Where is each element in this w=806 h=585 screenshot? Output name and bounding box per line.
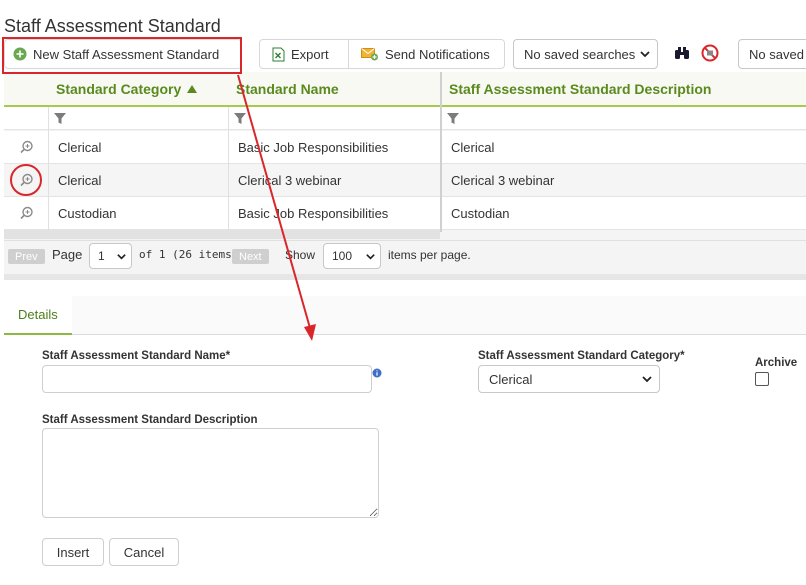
column-header-category[interactable]: Standard Category	[48, 72, 228, 105]
saved-searches-value: No saved searches	[524, 46, 636, 62]
archive-checkbox[interactable]	[755, 372, 769, 386]
saved-searches-select-2[interactable]: No saved	[738, 39, 806, 69]
chevron-down-icon	[365, 251, 376, 265]
page-label: Page	[52, 247, 83, 262]
table-row[interactable]: Clerical Basic Job Responsibilities Cler…	[4, 131, 806, 164]
info-icon[interactable]	[372, 365, 382, 383]
tab-details[interactable]: Details	[4, 296, 72, 335]
name-label: Staff Assessment Standard Name*	[42, 350, 231, 362]
cancel-button[interactable]: Cancel	[109, 538, 179, 566]
category-label: Staff Assessment Standard Category*	[478, 350, 685, 362]
chevron-down-icon	[116, 251, 127, 265]
column-divider	[48, 107, 49, 230]
column-header-category-label: Standard Category	[56, 80, 182, 97]
column-header-description[interactable]: Staff Assessment Standard Description	[441, 72, 806, 105]
magnify-icon[interactable]	[20, 140, 34, 159]
section-divider	[4, 274, 806, 280]
excel-icon	[272, 47, 285, 62]
send-notifications-label: Send Notifications	[385, 46, 490, 62]
page-select-value: 1	[98, 249, 105, 263]
new-standard-label: New Staff Assessment Standard	[33, 46, 220, 62]
column-divider	[440, 72, 442, 232]
table-row[interactable]: Clerical Clerical 3 webinar Clerical 3 w…	[4, 164, 806, 197]
cell-name: Basic Job Responsibilities	[238, 205, 389, 221]
horizontal-scrollbar[interactable]	[4, 230, 440, 239]
description-field[interactable]	[42, 428, 379, 518]
filter-row	[4, 107, 806, 130]
export-label: Export	[291, 46, 329, 62]
filter-icon[interactable]	[234, 112, 246, 130]
plus-circle-icon	[13, 47, 27, 61]
cell-name: Basic Job Responsibilities	[238, 139, 389, 155]
no-icon[interactable]	[701, 44, 719, 67]
page-title: Staff Assessment Standard	[4, 16, 221, 36]
page-select[interactable]: 1	[89, 243, 132, 269]
insert-button[interactable]: Insert	[42, 538, 104, 566]
category-value: Clerical	[489, 371, 533, 387]
filter-icon[interactable]	[54, 112, 66, 130]
filter-icon[interactable]	[447, 112, 459, 130]
prev-button[interactable]: Prev	[8, 249, 45, 264]
description-label: Staff Assessment Standard Description	[42, 414, 258, 426]
per-page-select[interactable]: 100	[323, 243, 381, 269]
binoculars-icon[interactable]	[674, 45, 690, 66]
details-tabs: Details	[4, 296, 806, 335]
column-header-description-label: Staff Assessment Standard Description	[449, 80, 712, 97]
show-label: Show	[285, 248, 316, 262]
new-standard-button[interactable]: New Staff Assessment Standard	[4, 39, 242, 69]
per-page-label: items per page.	[388, 248, 471, 262]
magnify-icon[interactable]	[20, 206, 34, 225]
grid-header: Standard Category Standard Name Staff As…	[4, 72, 806, 107]
column-divider	[228, 107, 229, 230]
category-select[interactable]: Clerical	[478, 365, 660, 393]
archive-label: Archive	[755, 357, 798, 369]
send-notifications-button[interactable]: Send Notifications	[348, 40, 504, 68]
saved-searches-select[interactable]: No saved searches	[513, 39, 658, 69]
envelope-plus-icon	[361, 47, 379, 61]
column-header-name-label: Standard Name	[236, 80, 339, 97]
saved-searches-2-value: No saved	[749, 46, 804, 62]
chevron-down-icon	[639, 48, 651, 63]
name-field[interactable]	[42, 365, 372, 393]
cell-category: Custodian	[58, 205, 117, 221]
sort-asc-icon	[187, 84, 198, 93]
cell-description: Clerical 3 webinar	[451, 172, 555, 188]
pager: Prev Page 1 of 1 (26 items) Next Show 10…	[4, 240, 806, 270]
export-button[interactable]: Export	[260, 40, 348, 68]
cell-category: Clerical	[58, 139, 102, 155]
cell-name: Clerical 3 webinar	[238, 172, 342, 188]
page-count: of 1 (26 items)	[139, 248, 239, 261]
chevron-down-icon	[641, 373, 653, 388]
cell-description: Custodian	[451, 205, 510, 221]
column-header-name[interactable]: Standard Name	[228, 72, 440, 105]
cell-category: Clerical	[58, 172, 102, 188]
magnify-icon[interactable]	[20, 173, 34, 192]
table-row[interactable]: Custodian Basic Job Responsibilities Cus…	[4, 197, 806, 230]
cell-description: Clerical	[451, 139, 495, 155]
next-button[interactable]: Next	[232, 249, 269, 264]
results-grid: Standard Category Standard Name Staff As…	[4, 72, 806, 278]
per-page-value: 100	[332, 249, 353, 263]
export-notify-group: Export Send Notifications	[259, 39, 505, 69]
